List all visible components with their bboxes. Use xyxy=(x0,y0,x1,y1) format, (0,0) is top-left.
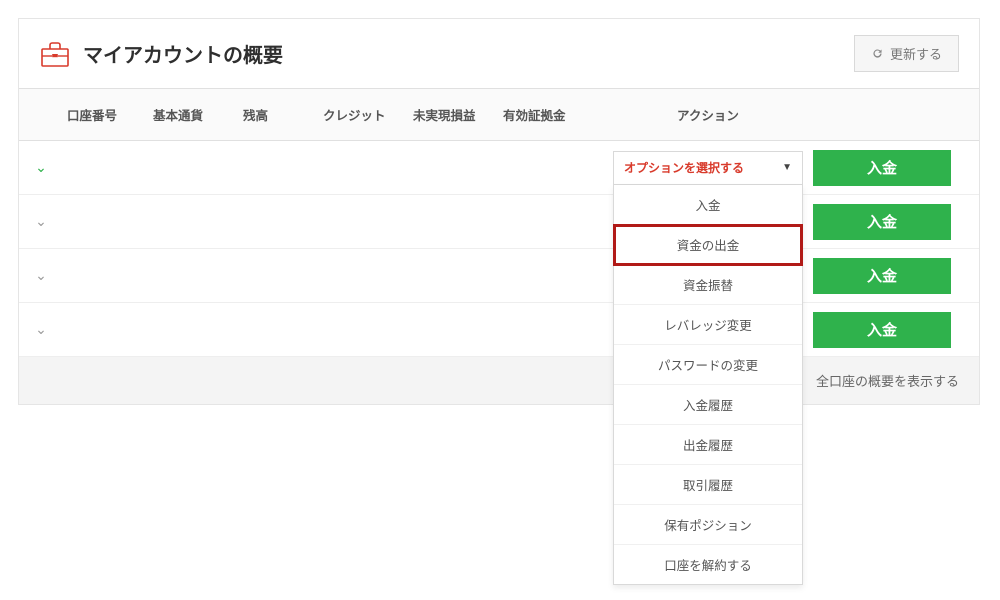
th-currency: 基本通貨 xyxy=(153,105,243,124)
table-row: ⌄ 入金 xyxy=(19,249,979,303)
page-title: マイアカウントの概要 xyxy=(83,39,283,68)
th-unrealized: 未実現損益 xyxy=(413,105,503,124)
expand-toggle[interactable]: ⌄ xyxy=(35,159,47,176)
account-summary-panel: マイアカウントの概要 更新する 口座番号 基本通貨 残高 クレジット 未実現損益… xyxy=(18,18,980,405)
table-header-row: 口座番号 基本通貨 残高 クレジット 未実現損益 有効証拠金 アクション xyxy=(19,89,979,141)
expand-toggle[interactable]: ⌄ xyxy=(35,267,47,284)
table-row: ⌄ 入金 xyxy=(19,303,979,357)
briefcase-icon xyxy=(39,38,71,70)
expand-toggle[interactable]: ⌄ xyxy=(35,321,47,338)
th-margin: 有効証拠金 xyxy=(503,105,603,124)
dropdown-item-trade-history[interactable]: 取引履歴 xyxy=(614,465,802,505)
panel-header: マイアカウントの概要 更新する xyxy=(19,19,979,88)
dropdown-item-transfer[interactable]: 資金振替 xyxy=(614,265,802,305)
dropdown-item-close-account[interactable]: 口座を解約する xyxy=(614,545,802,584)
table-footer: 全口座の概要を表示する xyxy=(19,357,979,404)
dropdown-item-leverage[interactable]: レバレッジ変更 xyxy=(614,305,802,345)
show-all-link[interactable]: 全口座の概要を表示する xyxy=(816,371,959,390)
dropdown-item-positions[interactable]: 保有ポジション xyxy=(614,505,802,545)
action-dropdown-menu: 入金 資金の出金 資金振替 レバレッジ変更 パスワードの変更 入金履歴 出金履歴… xyxy=(613,185,803,585)
deposit-button[interactable]: 入金 xyxy=(813,150,951,186)
action-select-label: オプションを選択する xyxy=(624,159,744,176)
table-row: ⌄ オプションを選択する ▼ 入金 資金の出金 資金振替 レバレッジ変更 パスワ… xyxy=(19,141,979,195)
chevron-down-icon: ▼ xyxy=(782,162,792,173)
dropdown-item-deposit-history[interactable]: 入金履歴 xyxy=(614,385,802,425)
refresh-button[interactable]: 更新する xyxy=(854,35,959,72)
dropdown-item-withdraw-history[interactable]: 出金履歴 xyxy=(614,425,802,465)
deposit-button[interactable]: 入金 xyxy=(813,204,951,240)
th-credit: クレジット xyxy=(323,105,413,124)
header-left: マイアカウントの概要 xyxy=(39,38,283,70)
dropdown-item-withdraw[interactable]: 資金の出金 xyxy=(614,225,802,265)
table-row: ⌄ 入金 xyxy=(19,195,979,249)
dropdown-item-password[interactable]: パスワードの変更 xyxy=(614,345,802,385)
action-select[interactable]: オプションを選択する ▼ 入金 資金の出金 資金振替 レバレッジ変更 パスワード… xyxy=(613,151,803,185)
th-balance: 残高 xyxy=(243,105,323,124)
action-select-face[interactable]: オプションを選択する ▼ xyxy=(613,151,803,185)
expand-toggle[interactable]: ⌄ xyxy=(35,213,47,230)
deposit-button[interactable]: 入金 xyxy=(813,258,951,294)
account-table: 口座番号 基本通貨 残高 クレジット 未実現損益 有効証拠金 アクション ⌄ オ… xyxy=(19,88,979,404)
th-action: アクション xyxy=(603,105,813,124)
refresh-icon xyxy=(871,47,884,60)
deposit-button[interactable]: 入金 xyxy=(813,312,951,348)
dropdown-item-deposit[interactable]: 入金 xyxy=(614,185,802,225)
th-account: 口座番号 xyxy=(63,105,153,124)
refresh-label: 更新する xyxy=(890,44,942,63)
